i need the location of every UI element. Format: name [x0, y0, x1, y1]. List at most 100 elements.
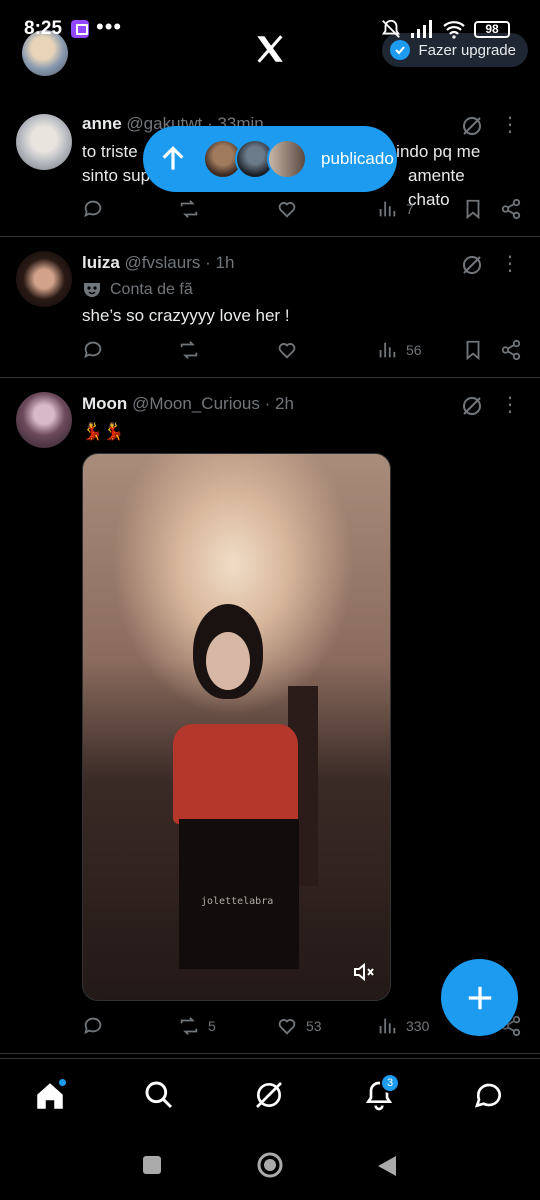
status-time: 8:25: [24, 18, 63, 39]
home-circle-icon[interactable]: [256, 1151, 284, 1179]
reply-button[interactable]: [82, 198, 104, 220]
notifications-badge: 3: [380, 1073, 400, 1093]
compose-button[interactable]: [441, 959, 518, 1036]
retweet-button[interactable]: 5: [178, 1015, 216, 1037]
mute-bell-icon: [381, 19, 401, 38]
separator: ·: [264, 394, 271, 413]
video-watermark: jolettelabra: [201, 896, 274, 907]
like-count: 53: [306, 1018, 322, 1034]
views-button[interactable]: 330: [376, 1015, 429, 1037]
post-text: she’s so crazyyyy love her !: [82, 306, 290, 325]
retweet-button[interactable]: [178, 339, 200, 361]
home-unread-dot: [57, 1077, 68, 1088]
more-options-icon[interactable]: ⋮: [500, 112, 520, 136]
reply-icon: [84, 1017, 102, 1035]
more-options-icon[interactable]: ⋮: [500, 392, 520, 416]
video-face: [206, 632, 250, 690]
views-icon: [379, 1018, 396, 1034]
like-button[interactable]: 53: [276, 1015, 322, 1037]
avatar: [267, 139, 307, 179]
author-name[interactable]: anne: [82, 114, 122, 133]
reply-icon: [84, 200, 102, 218]
nav-home[interactable]: [33, 1077, 68, 1113]
reply-button[interactable]: [82, 339, 104, 361]
author-name[interactable]: Moon: [82, 394, 127, 413]
avatar[interactable]: [16, 251, 72, 307]
retweet-count: 5: [208, 1018, 216, 1034]
views-count: 330: [406, 1018, 430, 1034]
bookmark-button[interactable]: [462, 198, 484, 220]
author-name[interactable]: luiza: [82, 253, 120, 272]
post-actions: 56: [82, 339, 524, 363]
recents-icon[interactable]: [141, 1154, 163, 1176]
mask-icon: [84, 283, 100, 297]
author-handle[interactable]: @Moon_Curious: [132, 394, 260, 413]
signal-icon: [411, 20, 432, 38]
more-options-icon[interactable]: ⋮: [500, 251, 520, 275]
views-button[interactable]: 7: [376, 198, 414, 220]
avatar[interactable]: [16, 114, 72, 170]
share-button[interactable]: [500, 198, 522, 220]
views-icon: [379, 342, 396, 358]
search-icon: [145, 1081, 173, 1109]
views-icon: [379, 201, 396, 217]
pill-avatars: [203, 139, 307, 179]
battery-indicator: 98: [474, 20, 510, 38]
nav-messages[interactable]: [473, 1079, 507, 1113]
post-luiza[interactable]: luiza @fvslaurs · 1h ⋮ Conta de fã she’s…: [0, 237, 540, 378]
heart-icon: [278, 343, 296, 359]
grok-icon[interactable]: [460, 394, 484, 418]
bookmark-button[interactable]: [462, 339, 484, 361]
twitch-notification-icon: [71, 20, 89, 38]
reply-icon: [84, 341, 102, 359]
muted-speaker-icon[interactable]: [352, 960, 376, 984]
views-count: 56: [406, 342, 422, 358]
views-button[interactable]: 56: [376, 339, 422, 361]
post-text: 💃💃: [82, 422, 125, 441]
pill-label: publicado: [321, 149, 394, 168]
bookmark-icon: [466, 340, 480, 361]
post-text-line: sinto sup: [82, 166, 151, 185]
share-icon: [501, 339, 521, 361]
heart-icon: [278, 202, 296, 218]
grok-icon[interactable]: [460, 114, 484, 138]
reply-button[interactable]: [82, 1015, 104, 1037]
like-button[interactable]: [276, 198, 298, 220]
retweet-icon: [180, 1017, 198, 1035]
system-navigation: [0, 1134, 540, 1200]
post-text-line: to triste: [82, 142, 138, 161]
retweet-button[interactable]: [178, 198, 200, 220]
like-button[interactable]: [276, 339, 298, 361]
post-header: Moon @Moon_Curious · 2h: [82, 394, 294, 414]
post-time: 2h: [275, 394, 294, 413]
grok-icon[interactable]: [460, 253, 484, 277]
author-handle[interactable]: @fvslaurs: [125, 253, 201, 272]
video-person: [173, 604, 303, 969]
grok-icon: [256, 1082, 282, 1108]
nav-grok[interactable]: [253, 1079, 287, 1113]
retweet-icon: [180, 200, 198, 218]
share-button[interactable]: [500, 339, 522, 361]
post-time: 1h: [215, 253, 235, 272]
nav-search[interactable]: [143, 1079, 177, 1113]
wifi-icon: [443, 21, 465, 39]
share-icon: [501, 198, 521, 220]
post-header: luiza @fvslaurs · 1h: [82, 253, 234, 273]
separator: ·: [205, 253, 211, 272]
new-posts-pill[interactable]: publicado: [143, 126, 397, 192]
status-bar: 8:25 ••• 98: [0, 0, 540, 56]
fan-account-label: Conta de fã: [82, 281, 193, 299]
fan-account-text: Conta de fã: [110, 281, 193, 298]
avatar[interactable]: [16, 392, 72, 448]
bookmark-icon: [466, 199, 480, 220]
arrow-up-icon: [162, 146, 184, 170]
video-top: [173, 724, 298, 824]
nav-notifications[interactable]: 3: [363, 1073, 400, 1113]
more-notifications-icon: •••: [96, 14, 123, 39]
post-actions: 7: [82, 198, 524, 222]
back-icon[interactable]: [376, 1154, 398, 1178]
chat-bubble-icon: [474, 1083, 501, 1108]
plus-icon: [468, 986, 491, 1009]
video-bottom: [179, 819, 299, 969]
post-video[interactable]: jolettelabra: [82, 453, 391, 1001]
